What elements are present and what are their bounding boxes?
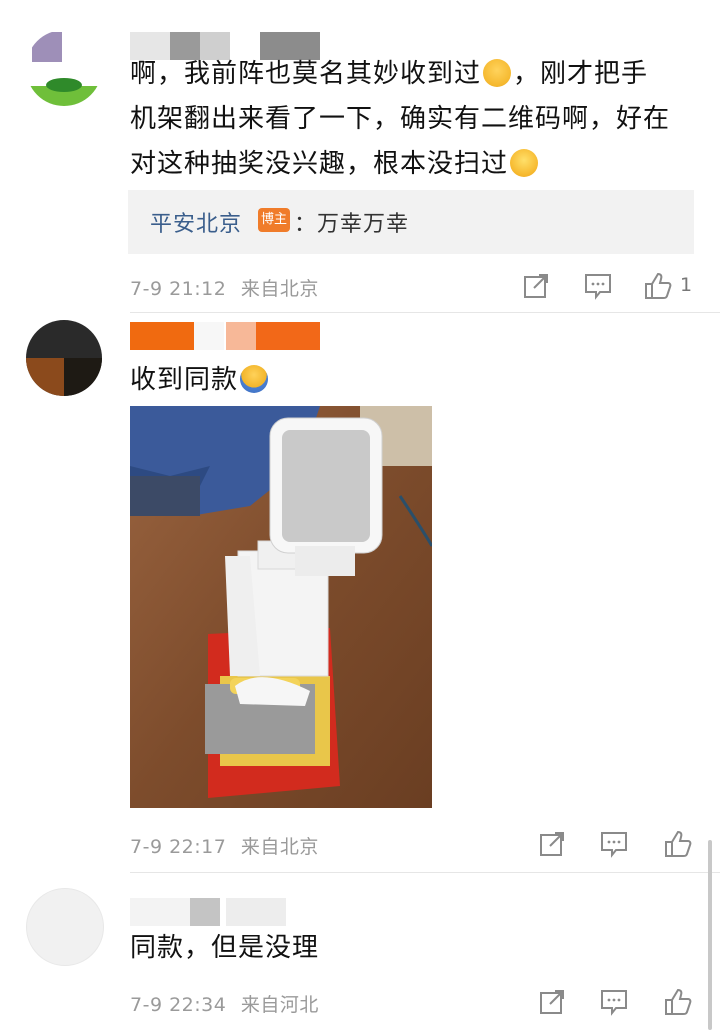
comment-3: 同款，但是没理 7-9 22:34 来自河北 [0, 0, 720, 1030]
comment-text: 同款，但是没理 [130, 933, 320, 963]
share-icon[interactable] [536, 986, 568, 1018]
avatar[interactable] [26, 888, 104, 966]
comment-meta: 7-9 22:34 来自河北 [130, 990, 319, 1017]
scrollbar[interactable] [708, 840, 712, 1030]
comment-time: 7-9 22:34 [130, 994, 227, 1016]
username-redacted[interactable] [130, 898, 330, 926]
comment-icon[interactable] [598, 986, 630, 1018]
comment-location: 来自河北 [240, 994, 319, 1016]
like-icon[interactable] [662, 986, 694, 1018]
